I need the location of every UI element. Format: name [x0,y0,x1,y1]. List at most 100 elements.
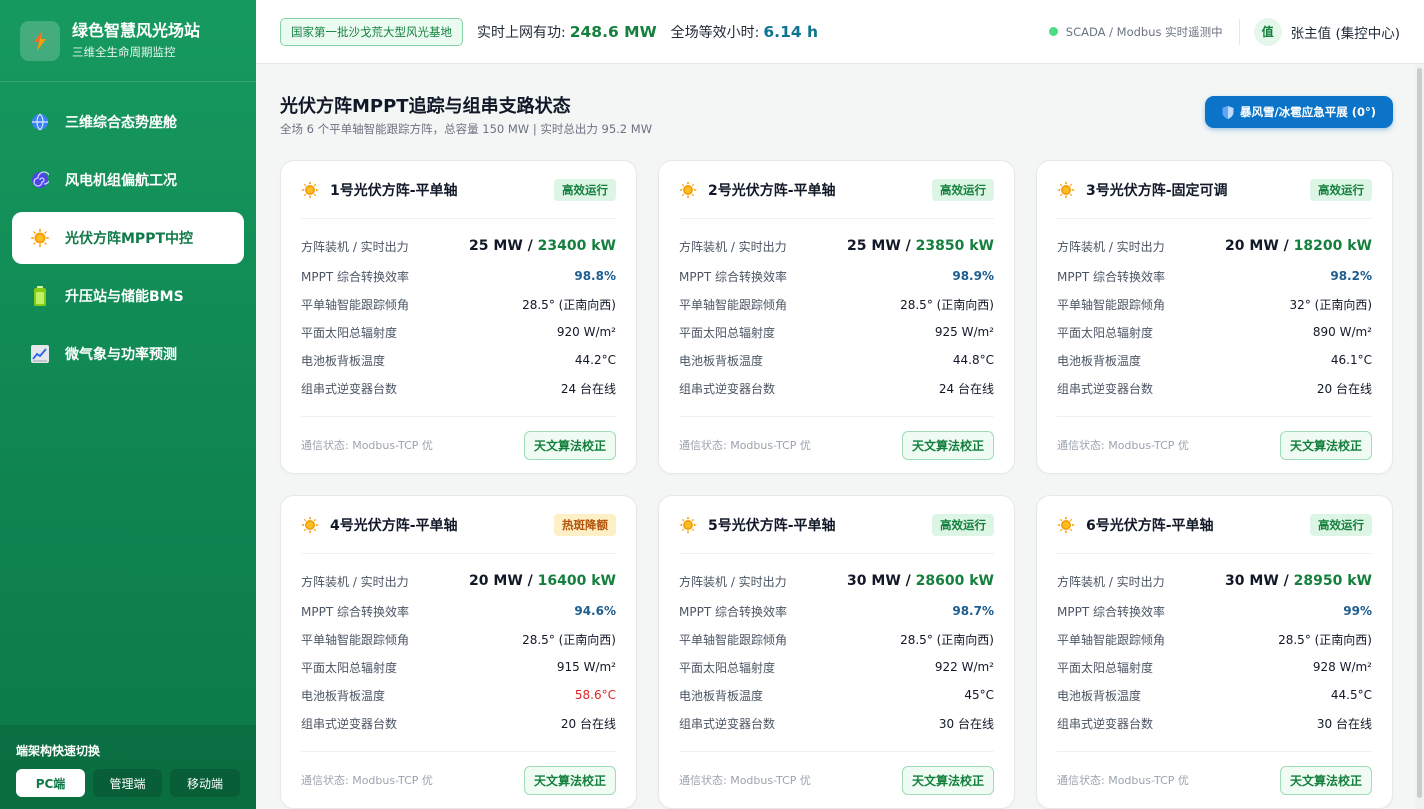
status-badge: 高效运行 [932,513,994,536]
main-content: 光伏方阵MPPT追踪与组串支路状态 全场 6 个平单轴智能跟踪方阵，总容量 15… [256,64,1415,809]
sidebar-nav: 三维综合态势座舱 风电机组偏航工况 光伏方阵MPPT中控 升压站与储能BMS 微… [0,82,256,380]
irradiance-value: 928 W/m² [1312,660,1372,674]
inverters-value: 24 台在线 [560,381,616,396]
irradiance-label: 平面太阳总辐射度 [679,325,776,340]
sidebar-item-label: 光伏方阵MPPT中控 [65,231,194,247]
calibrate-button[interactable]: 天文算法校正 [523,765,616,795]
tilt-label: 平单轴智能跟踪倾角 [1057,297,1166,312]
sidebar-item-bms[interactable]: 升压站与储能BMS [12,270,244,322]
calibrate-button[interactable]: 天文算法校正 [901,765,994,795]
calibrate-button[interactable]: 天文算法校正 [523,430,616,460]
inverters-value: 20 台在线 [560,716,616,731]
status-badge: 热斑降额 [554,513,616,536]
switcher-title: 端架构快速切换 [16,744,101,758]
temperature-value: 44.2°C [574,353,616,367]
inverters-label: 组串式逆变器台数 [1057,716,1154,731]
inverters-value: 24 台在线 [938,381,994,396]
efficiency-label: MPPT 综合转换效率 [301,269,409,284]
sun-icon [679,180,697,199]
brand-title: 绿色智慧风光场站 [72,21,201,40]
avatar[interactable]: 值 [1253,17,1282,46]
comm-status: 通信状态: Modbus-TCP 优 [301,439,433,452]
capacity-label: 方阵装机 / 实时出力 [1057,239,1165,254]
shield-icon [1222,105,1234,119]
efficiency-value: 94.6% [574,604,616,618]
sidebar-item-wind[interactable]: 风电机组偏航工况 [12,154,244,206]
user-name[interactable]: 张主值 (集控中心) [1291,22,1400,42]
array-title: 6号光伏方阵-平单轴 [1086,517,1214,534]
comm-status: 通信状态: Modbus-TCP 优 [1057,439,1189,452]
top-header: 国家第一批沙戈荒大型风光基地 实时上网有功: 248.6 MW 全场等效小时: 6.… [256,0,1424,64]
sidebar-item-label: 风电机组偏航工况 [65,173,177,189]
capacity-output-value: 20 MW / 16400 kW [469,573,616,589]
tilt-value: 28.5° (正南向西) [522,297,616,312]
array-card-grid: 1号光伏方阵-平单轴 高效运行 方阵装机 / 实时出力 25 MW / 23400… [280,160,1394,809]
irradiance-label: 平面太阳总辐射度 [1057,660,1154,675]
calibrate-button[interactable]: 天文算法校正 [901,430,994,460]
tilt-value: 32° (正南向西) [1289,297,1372,312]
inverters-label: 组串式逆变器台数 [301,381,398,396]
sidebar-item-pv[interactable]: 光伏方阵MPPT中控 [12,212,244,264]
temperature-label: 电池板背板温度 [301,688,386,703]
efficiency-label: MPPT 综合转换效率 [679,604,787,619]
sidebar-item-forecast[interactable]: 微气象与功率预测 [12,328,244,380]
telemetry-status: SCADA / Modbus 实时遥测中 [1065,24,1223,39]
array-title: 4号光伏方阵-平单轴 [330,517,458,534]
sidebar-item-label: 微气象与功率预测 [65,347,177,363]
capacity-label: 方阵装机 / 实时出力 [679,239,787,254]
online-status-icon [1048,27,1058,36]
emergency-stow-label: 暴风雪/冰雹应急平展 (0°) [1240,105,1376,119]
temperature-value: 58.6°C [574,688,616,702]
efficiency-value: 99% [1343,604,1372,618]
sidebar: 绿色智慧风光场站 三维全生命周期监控 三维综合态势座舱 风电机组偏航工况 光伏方… [0,0,256,809]
equiv-hours-value: 6.14 h [763,22,819,41]
efficiency-label: MPPT 综合转换效率 [301,604,409,619]
status-badge: 高效运行 [1310,513,1372,536]
irradiance-value: 925 W/m² [934,325,994,339]
equiv-hours-label: 全场等效小时: [670,24,760,41]
efficiency-value: 98.7% [952,604,994,618]
grid-power-kpi: 实时上网有功: 248.6 MW [477,22,657,42]
temperature-value: 44.5°C [1330,688,1372,702]
inverters-value: 30 台在线 [938,716,994,731]
main-scrollbar[interactable] [1415,64,1424,809]
switch-pc-button[interactable]: PC端 [16,769,85,797]
scrollbar-thumb[interactable] [1417,68,1422,798]
array-card-5: 5号光伏方阵-平单轴 高效运行 方阵装机 / 实时出力 30 MW / 28600… [658,495,1015,809]
capacity-output-value: 20 MW / 18200 kW [1225,238,1372,254]
capacity-label: 方阵装机 / 实时出力 [301,239,409,254]
equiv-hours-kpi: 全场等效小时: 6.14 h [671,22,818,42]
switch-admin-button[interactable]: 管理端 [93,769,162,797]
irradiance-value: 920 W/m² [556,325,616,339]
calibrate-button[interactable]: 天文算法校正 [1279,430,1372,460]
irradiance-label: 平面太阳总辐射度 [301,325,398,340]
inverters-value: 30 台在线 [1316,716,1372,731]
sun-icon [679,515,697,534]
inverters-value: 20 台在线 [1316,381,1372,396]
capacity-output-value: 30 MW / 28600 kW [847,573,994,589]
capacity-output-value: 30 MW / 28950 kW [1225,573,1372,589]
battery-icon [30,286,50,306]
calibrate-button[interactable]: 天文算法校正 [1279,765,1372,795]
array-title: 2号光伏方阵-平单轴 [708,182,836,199]
array-card-2: 2号光伏方阵-平单轴 高效运行 方阵装机 / 实时出力 25 MW / 23850… [658,160,1015,474]
switch-mobile-button[interactable]: 移动端 [170,769,240,797]
efficiency-label: MPPT 综合转换效率 [679,269,787,284]
grid-power-label: 实时上网有功: [477,24,566,41]
array-card-4: 4号光伏方阵-平单轴 热斑降额 方阵装机 / 实时出力 20 MW / 16400… [280,495,637,809]
status-badge: 高效运行 [932,178,994,201]
capacity-output-value: 25 MW / 23850 kW [847,238,994,254]
sun-icon [30,228,50,248]
sidebar-item-cockpit[interactable]: 三维综合态势座舱 [12,96,244,148]
sidebar-item-label: 升压站与储能BMS [65,289,184,305]
capacity-label: 方阵装机 / 实时出力 [301,574,409,589]
sun-icon [1057,180,1075,199]
inverters-label: 组串式逆变器台数 [679,381,776,396]
emergency-stow-button[interactable]: 暴风雪/冰雹应急平展 (0°) [1205,96,1393,128]
tilt-label: 平单轴智能跟踪倾角 [301,632,410,647]
tilt-value: 28.5° (正南向西) [900,632,994,647]
irradiance-value: 922 W/m² [934,660,994,674]
brand-subtitle: 三维全生命周期监控 [72,45,176,59]
sun-icon [1057,515,1075,534]
comm-status: 通信状态: Modbus-TCP 优 [679,774,811,787]
